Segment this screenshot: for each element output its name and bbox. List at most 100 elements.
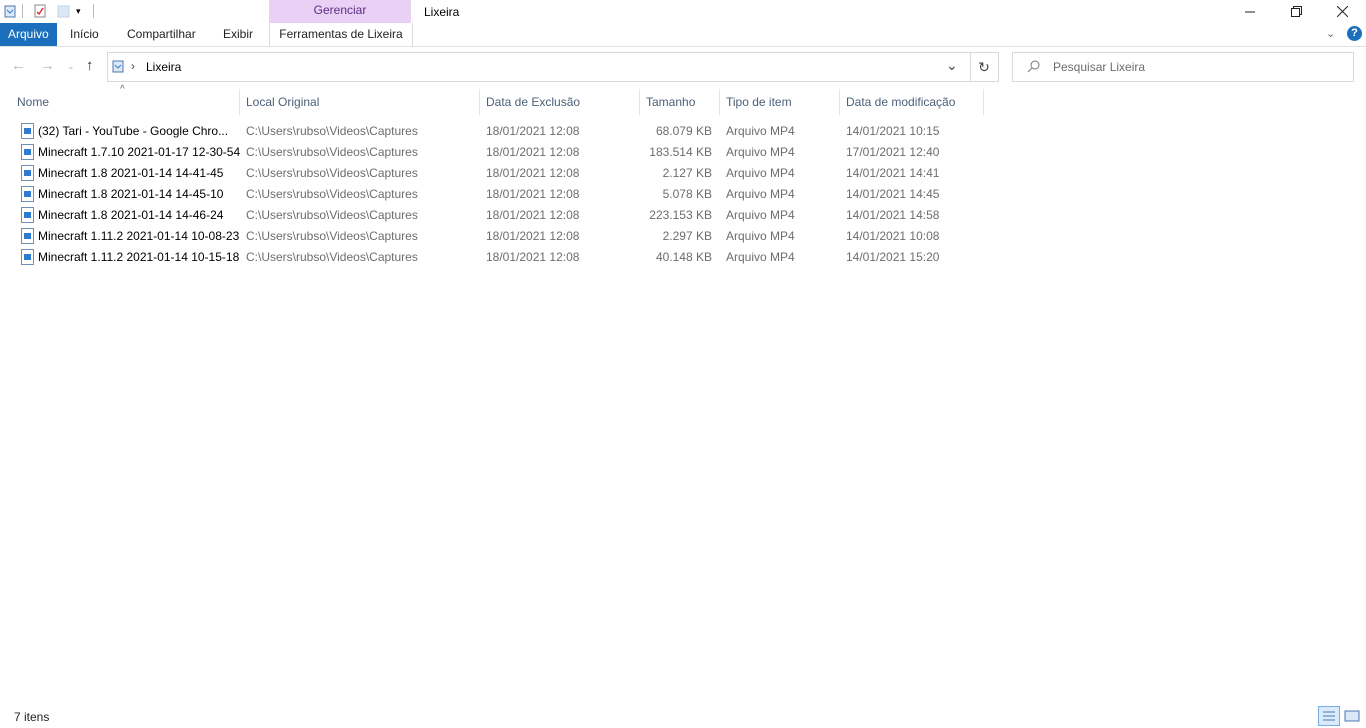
file-original-location: C:\Users\rubso\Videos\Captures [246,250,418,264]
properties-icon[interactable] [33,4,47,18]
file-row[interactable]: Minecraft 1.11.2 2021-01-14 10-08-23 C:\… [16,225,984,246]
tab-file[interactable]: Arquivo [0,23,57,46]
file-size: 223.153 KB [649,208,712,222]
file-date-modified: 17/01/2021 12:40 [846,145,940,159]
address-row: ← → ⌄ ↑ › Lixeira ⌄ ↻ Pesquisar Lixeira [0,51,1366,83]
file-size: 40.148 KB [655,250,712,264]
file-name: Minecraft 1.8 2021-01-14 14-46-24 [38,208,224,222]
file-size: 2.297 KB [662,229,712,243]
window-title: Lixeira [424,5,460,19]
large-icons-view-icon[interactable] [1341,706,1363,726]
file-size: 68.079 KB [655,124,712,138]
file-name: Minecraft 1.11.2 2021-01-14 10-08-23 [38,229,240,243]
file-row[interactable]: Minecraft 1.8 2021-01-14 14-45-10 C:\Use… [16,183,984,204]
ribbon-expand-icon[interactable]: ⌄ [1326,27,1335,40]
file-type: Arquivo MP4 [726,208,795,222]
column-divider[interactable] [639,89,640,115]
file-date-modified: 14/01/2021 14:41 [846,166,940,180]
help-icon[interactable]: ? [1347,26,1362,41]
file-date-deleted: 18/01/2021 12:08 [486,229,580,243]
column-header-size[interactable]: Tamanho [646,95,695,109]
file-type: Arquivo MP4 [726,229,795,243]
file-name: (32) Tari - YouTube - Google Chro... [38,124,229,138]
mp4-file-icon [21,207,34,223]
back-arrow-icon[interactable]: ← [11,57,26,74]
forward-arrow-icon[interactable]: → [40,57,55,74]
file-date-deleted: 18/01/2021 12:08 [486,250,580,264]
recycle-bin-icon [111,59,125,73]
mp4-file-icon [21,165,34,181]
file-date-deleted: 18/01/2021 12:08 [486,124,580,138]
file-type: Arquivo MP4 [726,166,795,180]
search-icon [1027,59,1041,73]
ribbon-tabs: Arquivo Início Compartilhar Exibir Ferra… [0,23,1366,47]
file-row[interactable]: (32) Tari - YouTube - Google Chro... C:\… [16,120,984,141]
up-arrow-icon[interactable]: ↑ [86,57,94,74]
column-header-date-modified[interactable]: Data de modificação [846,95,955,109]
file-name: Minecraft 1.8 2021-01-14 14-41-45 [38,166,224,180]
column-divider[interactable] [479,89,480,115]
file-name: Minecraft 1.8 2021-01-14 14-45-10 [38,187,224,201]
tab-share[interactable]: Compartilhar [127,23,196,46]
column-divider[interactable] [239,89,240,115]
tab-view[interactable]: Exibir [223,23,253,46]
file-original-location: C:\Users\rubso\Videos\Captures [246,229,418,243]
title-bar: ▾ Gerenciar Lixeira [0,0,1366,23]
column-divider[interactable] [719,89,720,115]
file-type: Arquivo MP4 [726,250,795,264]
file-original-location: C:\Users\rubso\Videos\Captures [246,145,418,159]
close-button[interactable] [1319,0,1365,23]
file-date-deleted: 18/01/2021 12:08 [486,145,580,159]
file-original-location: C:\Users\rubso\Videos\Captures [246,166,418,180]
file-date-deleted: 18/01/2021 12:08 [486,208,580,222]
contextual-group-manage: Gerenciar [269,0,411,23]
file-date-deleted: 18/01/2021 12:08 [486,166,580,180]
search-input[interactable]: Pesquisar Lixeira [1012,52,1354,82]
file-row[interactable]: Minecraft 1.8 2021-01-14 14-46-24 C:\Use… [16,204,984,225]
file-date-deleted: 18/01/2021 12:08 [486,187,580,201]
breadcrumb-separator[interactable]: › [131,59,135,73]
qat-dropdown-icon[interactable]: ▾ [76,4,90,18]
search-placeholder: Pesquisar Lixeira [1053,60,1146,74]
column-divider[interactable] [839,89,840,115]
breadcrumb-lixeira[interactable]: Lixeira [146,60,181,74]
details-view-icon[interactable] [1318,706,1340,726]
restore-button[interactable] [1273,0,1319,23]
column-header-name[interactable]: Nome [17,95,49,109]
minimize-button[interactable] [1227,0,1273,23]
qat-separator [22,4,23,18]
qat-separator [93,4,94,18]
file-original-location: C:\Users\rubso\Videos\Captures [246,187,418,201]
file-type: Arquivo MP4 [726,145,795,159]
column-header-item-type[interactable]: Tipo de item [726,95,792,109]
file-row[interactable]: Minecraft 1.7.10 2021-01-17 12-30-54 C:\… [16,141,984,162]
refresh-button[interactable]: ↻ [970,52,999,82]
column-divider[interactable] [983,89,984,115]
column-header-original-location[interactable]: Local Original [246,95,319,109]
mp4-file-icon [21,186,34,202]
file-original-location: C:\Users\rubso\Videos\Captures [246,124,418,138]
file-size: 5.078 KB [662,187,712,201]
file-date-modified: 14/01/2021 15:20 [846,250,940,264]
file-date-modified: 14/01/2021 14:45 [846,187,940,201]
file-date-modified: 14/01/2021 10:08 [846,229,940,243]
file-date-modified: 14/01/2021 14:58 [846,208,940,222]
file-row[interactable]: Minecraft 1.8 2021-01-14 14-41-45 C:\Use… [16,162,984,183]
file-row[interactable]: Minecraft 1.11.2 2021-01-14 10-15-18 C:\… [16,246,984,267]
new-folder-icon[interactable] [57,4,71,18]
file-size: 2.127 KB [662,166,712,180]
mp4-file-icon [21,249,34,265]
column-header-date-deleted[interactable]: Data de Exclusão [486,95,580,109]
recycle-bin-icon[interactable] [3,4,17,18]
mp4-file-icon [21,144,34,160]
tab-home[interactable]: Início [70,23,99,46]
sort-ascending-icon: ^ [120,84,125,95]
address-dropdown-chevron-icon[interactable]: ⌄ [946,57,958,74]
tab-recycle-bin-tools[interactable]: Ferramentas de Lixeira [269,23,413,46]
mp4-file-icon [21,228,34,244]
file-original-location: C:\Users\rubso\Videos\Captures [246,208,418,222]
address-bar[interactable]: › Lixeira ⌄ [107,52,971,82]
file-name: Minecraft 1.11.2 2021-01-14 10-15-18 [38,250,240,264]
file-name: Minecraft 1.7.10 2021-01-17 12-30-54 [38,145,241,159]
recent-locations-chevron-icon[interactable]: ⌄ [67,61,75,72]
